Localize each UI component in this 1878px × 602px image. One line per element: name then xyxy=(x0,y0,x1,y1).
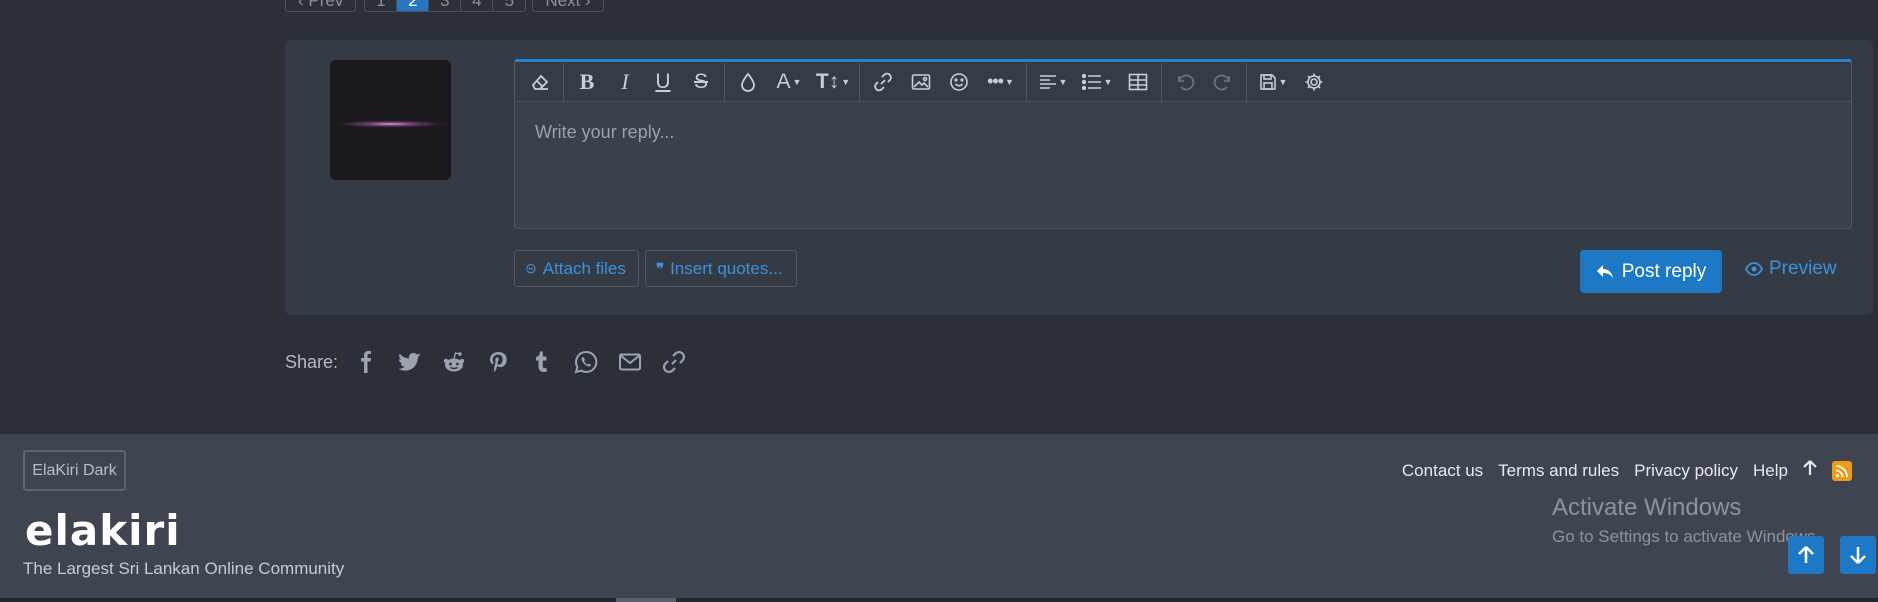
pinterest-icon[interactable] xyxy=(486,350,510,374)
paperclip-icon: ⊝ xyxy=(525,260,537,276)
strikethrough-icon[interactable]: S xyxy=(682,66,720,98)
preview-button[interactable]: Preview xyxy=(1745,258,1837,280)
italic-icon[interactable]: I xyxy=(606,66,644,98)
settings-icon[interactable] xyxy=(1295,66,1333,98)
page-4-link[interactable]: 4 xyxy=(461,0,494,11)
font-family-icon[interactable]: A ▼ xyxy=(767,66,811,98)
quote-icon: ❞ xyxy=(656,260,665,278)
link-icon[interactable] xyxy=(662,350,686,374)
link-icon[interactable] xyxy=(864,66,902,98)
twitter-icon[interactable] xyxy=(398,350,422,374)
font-size-icon[interactable]: T↕ ▼ xyxy=(811,66,855,98)
page-5-link[interactable]: 5 xyxy=(493,0,525,11)
attach-files-button[interactable]: ⊝ Attach files xyxy=(514,250,639,287)
page-footer: ElaKiri Dark elakiri The Largest Sri Lan… xyxy=(0,434,1878,602)
undo-icon[interactable] xyxy=(1166,66,1204,98)
scrollbar-thumb[interactable] xyxy=(616,598,676,602)
toolbar-divider xyxy=(859,62,860,101)
tumblr-icon[interactable] xyxy=(530,350,554,374)
post-reply-label: Post reply xyxy=(1621,260,1707,282)
pagination: ‹ Prev 1 2 3 4 5 Next › xyxy=(285,0,604,12)
privacy-policy-link[interactable]: Privacy policy xyxy=(1634,461,1738,481)
help-link[interactable]: Help xyxy=(1753,461,1788,481)
post-reply-button[interactable]: Post reply xyxy=(1580,250,1722,293)
eye-icon xyxy=(1745,262,1763,276)
email-icon[interactable] xyxy=(618,350,642,374)
table-icon[interactable] xyxy=(1119,66,1157,98)
toolbar-divider xyxy=(1246,62,1247,101)
preview-label: Preview xyxy=(1769,258,1837,279)
activate-windows-title: Activate Windows xyxy=(1552,494,1742,521)
bold-icon[interactable]: B xyxy=(568,66,606,98)
insert-quotes-label: Insert quotes... xyxy=(670,258,783,278)
quick-reply-block: B I U S A ▼ T↕ ▼ ••• ▼ ▼ ▼ ▼ Write your … xyxy=(285,40,1873,315)
arrow-down-icon xyxy=(1850,547,1866,564)
page-3-link[interactable]: 3 xyxy=(429,0,462,11)
toolbar-divider xyxy=(1161,62,1162,101)
horizontal-scrollbar[interactable] xyxy=(0,598,1878,602)
arrow-up-icon xyxy=(1798,546,1814,563)
toolbar-divider xyxy=(1026,62,1027,101)
insert-quotes-button[interactable]: ❞ Insert quotes... xyxy=(645,250,797,287)
scroll-top-button[interactable] xyxy=(1788,536,1824,574)
toolbar-divider xyxy=(563,62,564,101)
reply-icon xyxy=(1596,264,1613,278)
more-icon[interactable]: ••• ▼ xyxy=(978,66,1022,98)
attach-files-label: Attach files xyxy=(542,258,626,278)
whatsapp-icon[interactable] xyxy=(574,350,598,374)
toolbar-divider xyxy=(724,62,725,101)
editor-toolbar: B I U S A ▼ T↕ ▼ ••• ▼ ▼ ▼ ▼ xyxy=(515,62,1851,102)
reply-editor: B I U S A ▼ T↕ ▼ ••• ▼ ▼ ▼ ▼ Write your … xyxy=(514,59,1852,229)
next-page-button[interactable]: Next › xyxy=(532,0,604,12)
drafts-icon[interactable]: ▼ xyxy=(1251,66,1295,98)
avatar-image xyxy=(330,120,451,128)
page-1-link[interactable]: 1 xyxy=(365,0,398,11)
site-tagline: The Largest Sri Lankan Online Community xyxy=(23,559,345,578)
smilie-icon[interactable] xyxy=(940,66,978,98)
image-icon[interactable] xyxy=(902,66,940,98)
reply-textarea[interactable]: Write your reply... xyxy=(515,102,1851,163)
rss-icon[interactable] xyxy=(1832,460,1852,481)
eraser-icon[interactable] xyxy=(521,66,559,98)
style-chooser-button[interactable]: ElaKiri Dark xyxy=(23,450,126,491)
terms-link[interactable]: Terms and rules xyxy=(1498,461,1619,481)
page-2-current[interactable]: 2 xyxy=(397,0,430,11)
contact-us-link[interactable]: Contact us xyxy=(1402,461,1483,481)
reddit-icon[interactable] xyxy=(442,350,466,374)
facebook-icon[interactable] xyxy=(354,350,378,374)
share-label: Share: xyxy=(285,351,339,372)
activate-windows-subtitle: Go to Settings to activate Windows. xyxy=(1552,527,1821,546)
share-bar: Share: xyxy=(285,350,686,374)
page-number-group: 1 2 3 4 5 xyxy=(364,0,527,12)
redo-icon[interactable] xyxy=(1204,66,1242,98)
prev-page-button[interactable]: ‹ Prev xyxy=(285,0,357,12)
arrow-up-icon[interactable] xyxy=(1803,460,1817,481)
site-logo[interactable]: elakiri xyxy=(25,506,181,555)
avatar[interactable] xyxy=(330,60,451,180)
scroll-bottom-button[interactable] xyxy=(1840,536,1876,574)
list-icon[interactable]: ▼ xyxy=(1075,66,1119,98)
footer-links: Contact us Terms and rules Privacy polic… xyxy=(1402,460,1852,481)
underline-icon[interactable]: U xyxy=(644,66,682,98)
text-color-icon[interactable] xyxy=(729,66,767,98)
align-icon[interactable]: ▼ xyxy=(1031,66,1075,98)
